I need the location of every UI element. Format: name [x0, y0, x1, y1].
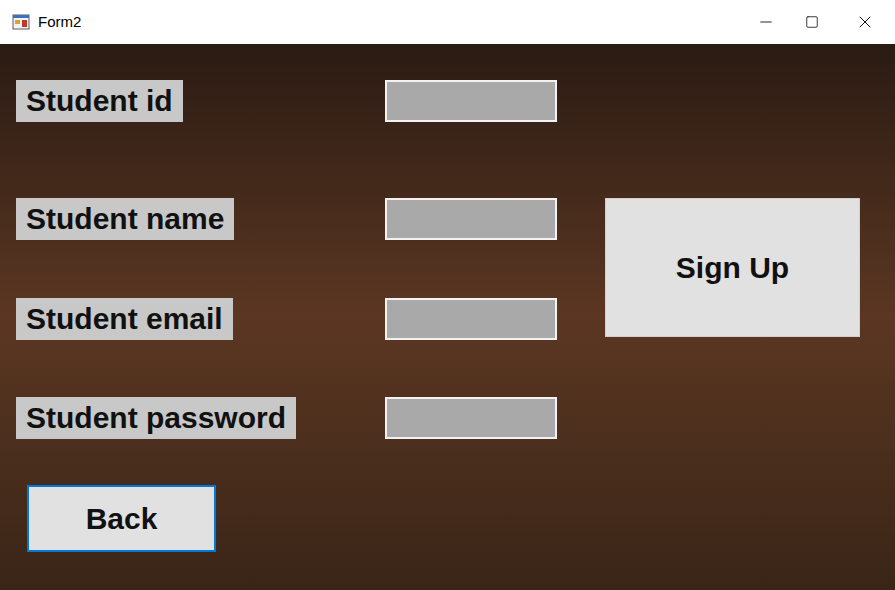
window-title: Form2: [38, 11, 81, 34]
field-label: Student password: [16, 397, 296, 439]
form-icon: [12, 13, 30, 31]
form-row: Student name: [0, 198, 557, 240]
close-icon: [855, 12, 875, 32]
title-bar: Form2: [0, 0, 895, 44]
close-button[interactable]: [835, 0, 895, 44]
form-row: Student id: [0, 80, 557, 122]
field-label: Student email: [16, 298, 233, 340]
back-button[interactable]: Back: [27, 485, 216, 552]
text-field[interactable]: [385, 397, 557, 439]
form-row: Student password: [0, 397, 557, 439]
maximize-icon: [805, 15, 819, 29]
form-row: Student email: [0, 298, 557, 340]
maximize-button[interactable]: [789, 0, 835, 44]
minimize-button[interactable]: [743, 0, 789, 44]
window: Form2 Student id Student name Student email…: [0, 0, 895, 590]
sign-up-button[interactable]: Sign Up: [605, 198, 860, 337]
field-label: Student name: [16, 198, 234, 240]
bookshelf-background: Student id Student name Student email Stude…: [0, 44, 895, 590]
text-field[interactable]: [385, 80, 557, 122]
text-field[interactable]: [385, 198, 557, 240]
text-field[interactable]: [385, 298, 557, 340]
minimize-icon: [757, 13, 775, 31]
field-label: Student id: [16, 80, 183, 122]
